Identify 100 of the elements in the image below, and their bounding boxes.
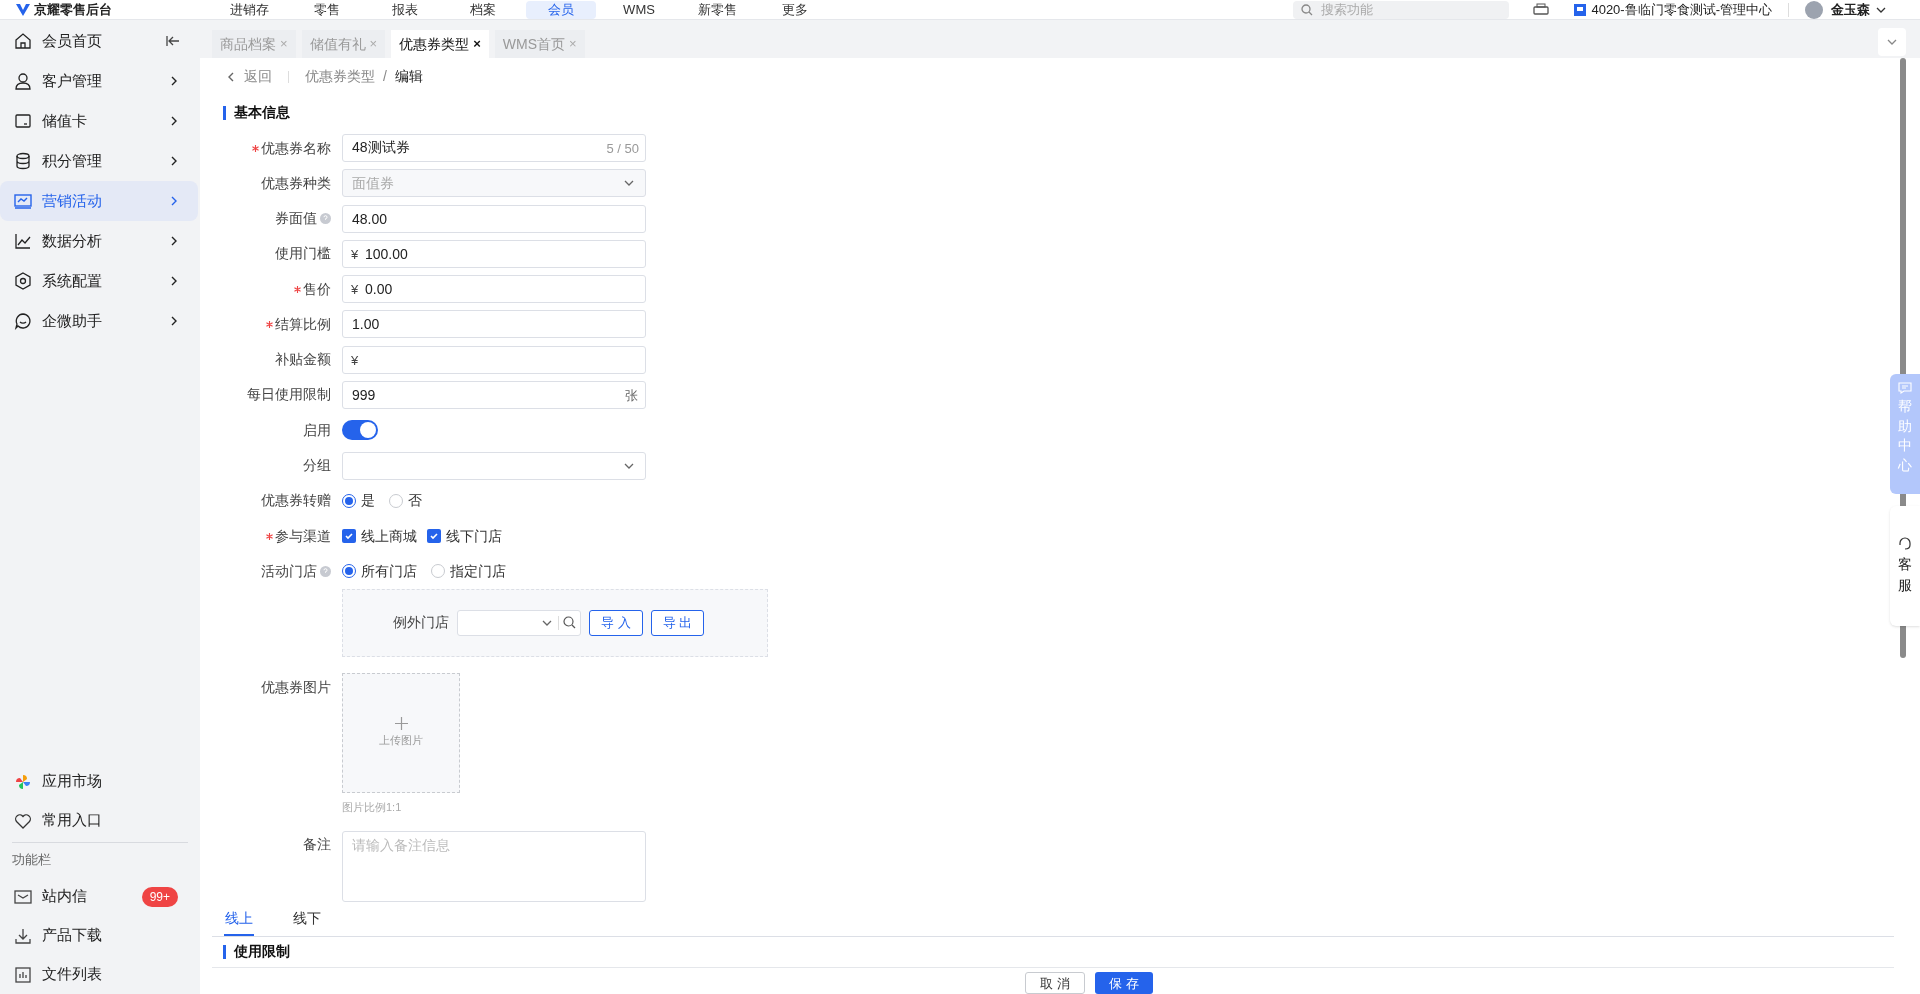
field-label: 活动门店 [261, 561, 317, 581]
sidebar-item[interactable]: 站内信 99+ [0, 877, 200, 916]
document-icon [14, 965, 32, 984]
radio-label: 所有门店 [361, 561, 417, 581]
avatar[interactable] [1805, 0, 1823, 19]
house-icon [14, 32, 32, 50]
headset-icon [1898, 536, 1912, 551]
select-field[interactable] [457, 609, 581, 636]
sidebar-item[interactable]: 常用入口 [0, 801, 200, 840]
nav-tab[interactable]: 报表 [370, 0, 440, 19]
field-label: 例外门店 [393, 613, 449, 633]
nav-tab[interactable]: 进销存 [214, 0, 284, 19]
chevron-left-icon [226, 70, 236, 83]
field-label: 优惠券转赠 [261, 491, 331, 511]
line-chart-icon [14, 232, 32, 250]
store-name[interactable]: 4020-鲁临门零食测试-管理中心 [1591, 3, 1772, 16]
page-tab[interactable]: 优惠券类型 × [391, 30, 489, 58]
section-title: 使用限制 [234, 942, 290, 962]
nav-tab[interactable]: WMS [604, 0, 674, 19]
field-label: 券面值 [275, 209, 317, 229]
select-field[interactable] [342, 451, 646, 480]
field-label: 分组 [303, 456, 331, 475]
section-title: 基本信息 [234, 103, 290, 123]
remark-field[interactable]: 请输入备注信息 [342, 830, 646, 902]
breadcrumb-separator: / [383, 67, 387, 87]
currency-prefix: ¥ [351, 351, 359, 370]
checkmark-icon [429, 531, 439, 542]
logo-icon [16, 3, 30, 16]
sidebar-item[interactable]: 营销活动 [0, 181, 198, 221]
nav-tab[interactable]: 更多 [760, 0, 830, 19]
upload-label: 上传图片 [379, 733, 423, 749]
field-label: 优惠券名称 [261, 138, 331, 158]
sidebar-item[interactable]: 系统配置 [0, 261, 198, 301]
customer-service-tab[interactable]: 客服 [1890, 506, 1920, 626]
text-field[interactable] [342, 345, 646, 374]
sidebar-item[interactable]: 储值卡 [0, 101, 198, 141]
text-field[interactable]: 48.00 [342, 204, 646, 233]
collapse-icon[interactable] [166, 35, 180, 47]
field-label: 补贴金额 [275, 350, 331, 370]
sub-tab[interactable]: 线上 [224, 907, 254, 936]
nav-tab[interactable]: 零售 [292, 0, 362, 19]
outline-button[interactable]: 导 入 [589, 609, 643, 636]
field-label: 参与渠道 [275, 526, 331, 546]
monitor-chart-icon [14, 192, 32, 210]
printer-icon[interactable] [1533, 2, 1550, 17]
back-link[interactable]: 返回 [226, 66, 272, 88]
nav-tab[interactable]: 档案 [448, 0, 518, 19]
sidebar-item[interactable]: 产品下载 [0, 916, 200, 955]
text-field[interactable]: 1.00 [342, 310, 646, 339]
unit-suffix: 张 [625, 386, 638, 405]
chat-bubble-icon [14, 312, 32, 330]
checkmark-icon [344, 531, 354, 542]
sidebar-item[interactable]: 数据分析 [0, 221, 198, 261]
message-icon [1898, 382, 1912, 394]
radio-label: 是 [361, 491, 375, 511]
person-icon [14, 72, 32, 90]
sidebar-item[interactable]: 会员首页 [0, 21, 198, 61]
pinwheel-icon [14, 772, 32, 791]
primary-button[interactable]: 保 存 [1095, 972, 1153, 994]
section-label: 功能栏 [11, 851, 52, 870]
hexagon-icon [14, 272, 32, 290]
field-label: 启用 [303, 420, 331, 440]
radio-label: 否 [408, 491, 422, 511]
download-icon [14, 926, 32, 945]
currency-prefix: ¥ [351, 245, 359, 264]
checkbox-label: 线下门店 [446, 526, 502, 546]
sidebar-item[interactable]: 积分管理 [0, 141, 198, 181]
count-badge: 99+ [141, 886, 178, 907]
nav-tab[interactable]: 会员 [526, 0, 596, 19]
breadcrumb-current: 编辑 [394, 67, 423, 87]
outline-button[interactable]: 导 出 [650, 609, 705, 636]
close-button[interactable]: × [473, 34, 481, 54]
database-icon [14, 152, 32, 170]
field-label: 使用门槛 [275, 244, 331, 264]
checkbox[interactable] [342, 529, 356, 544]
sidebar-item[interactable]: 企微助手 [0, 301, 198, 341]
field-label: 优惠券图片 [261, 677, 331, 697]
search-icon [563, 616, 576, 630]
card-icon [14, 112, 32, 130]
app-name: 京耀零售后台 [34, 3, 112, 16]
field-label: 结算比例 [275, 314, 331, 334]
breadcrumb-link[interactable]: 优惠券类型 [305, 66, 375, 88]
sub-tab[interactable]: 线下 [292, 907, 322, 936]
heart-icon [14, 811, 32, 830]
field-label: 备注 [303, 835, 331, 855]
checkbox[interactable] [427, 529, 441, 544]
toggle-switch[interactable] [342, 420, 378, 441]
secondary-button[interactable]: 取 消 [1025, 972, 1085, 994]
plus-icon [394, 717, 408, 731]
envelope-icon [14, 888, 32, 905]
char-counter: 5 / 50 [606, 140, 639, 159]
field-label: 每日使用限制 [247, 385, 331, 405]
field-label: 优惠券种类 [261, 173, 331, 193]
sidebar-item[interactable]: 客户管理 [0, 61, 198, 101]
radio-label: 指定门店 [450, 561, 506, 581]
hint-text: 图片比例1:1 [342, 800, 403, 816]
user-name[interactable]: 金玉森 [1831, 3, 1870, 16]
sidebar-item[interactable]: 文件列表 [0, 955, 200, 994]
nav-tab[interactable]: 新零售 [682, 0, 752, 19]
sidebar-item[interactable]: 应用市场 [0, 762, 200, 801]
